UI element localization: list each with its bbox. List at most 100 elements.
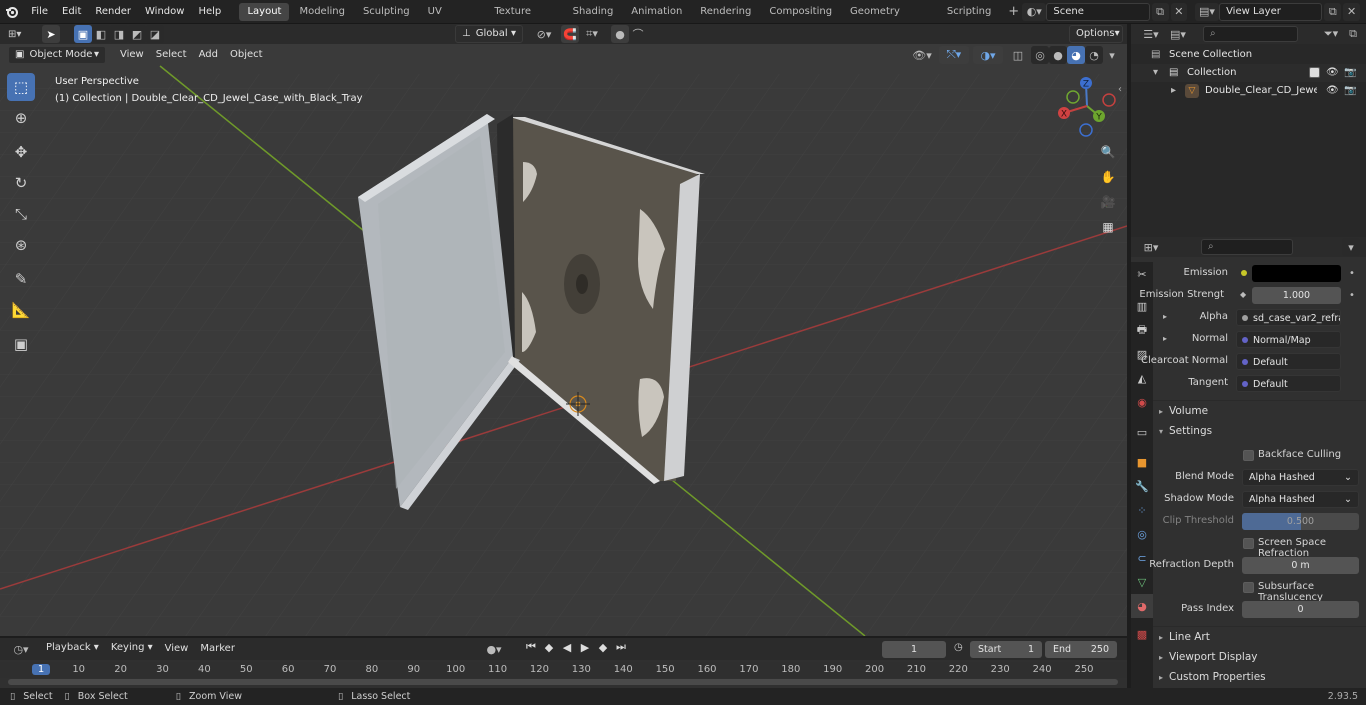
clearcoat-normal-field[interactable]: Default xyxy=(1236,353,1341,370)
menu-edit[interactable]: Edit xyxy=(55,0,88,24)
gizmo-toggle-icon[interactable]: ⤲▾ xyxy=(939,46,969,64)
camera-view-icon[interactable]: 🎥 xyxy=(1097,191,1119,213)
tab-layout[interactable]: Layout xyxy=(239,2,290,21)
blend-mode-dropdown[interactable]: Alpha Hashed ⌄ xyxy=(1242,469,1359,486)
select-box-tool-icon[interactable]: ⬚ xyxy=(7,73,35,101)
play-reverse-icon[interactable]: ◀ xyxy=(558,641,576,654)
filter-icon[interactable]: ⏷▾ xyxy=(1318,25,1344,43)
transform-orientation-dropdown[interactable]: ⊥ Global ▾ xyxy=(455,25,523,43)
auto-keying-icon[interactable]: ●▾ xyxy=(481,640,507,658)
properties-editor-type-icon[interactable]: ⊞▾ xyxy=(1137,238,1165,256)
tab-scripting[interactable]: Scripting xyxy=(939,3,999,21)
tangent-field[interactable]: Default xyxy=(1236,375,1341,392)
emission-strength-field[interactable]: 1.000 xyxy=(1252,287,1341,304)
pan-view-icon[interactable]: ✋ xyxy=(1097,166,1119,188)
end-frame-field[interactable]: End 250 xyxy=(1045,641,1117,658)
scene-selector-icon[interactable]: ◐▾ xyxy=(1022,2,1047,21)
select-new-icon[interactable]: ▣ xyxy=(74,25,92,43)
pass-index-field[interactable]: 0 xyxy=(1242,601,1359,618)
delete-scene-icon[interactable]: ✕ xyxy=(1170,2,1188,21)
overlays-toggle-icon[interactable]: ◑▾ xyxy=(973,46,1003,64)
menu-object[interactable]: Object xyxy=(224,46,269,64)
menu-file[interactable]: File xyxy=(24,0,55,24)
sidebar-toggle-icon[interactable]: ‹ xyxy=(1118,84,1122,95)
outliner-editor-type-icon[interactable]: ☰▾ xyxy=(1137,25,1165,43)
current-frame-field[interactable]: 1 xyxy=(882,641,946,658)
select-invert-icon[interactable]: ◩ xyxy=(128,25,146,43)
scale-tool-icon[interactable]: ⤡ xyxy=(7,200,35,228)
view-layer-selector-icon[interactable]: ▤▾ xyxy=(1194,2,1220,21)
tab-geometry-nodes[interactable]: Geometry Nodes xyxy=(842,3,937,35)
timeline-scrollbar[interactable] xyxy=(8,679,1118,685)
properties-search-input[interactable]: ⌕ xyxy=(1201,239,1293,255)
falloff-icon[interactable]: ⌒ xyxy=(629,25,647,43)
select-mode-icon[interactable]: ➤ xyxy=(42,25,60,43)
annotate-tool-icon[interactable]: ✎ xyxy=(7,265,35,293)
shading-rendered-icon[interactable]: ◔ xyxy=(1085,46,1103,64)
playback-menu[interactable]: Playback ▾ xyxy=(40,640,105,658)
select-extend-icon[interactable]: ◧ xyxy=(92,25,110,43)
delete-view-layer-icon[interactable]: ✕ xyxy=(1343,2,1360,21)
normal-input-field[interactable]: Normal/Map xyxy=(1236,331,1341,348)
alpha-input-field[interactable]: sd_case_var2_refrac... xyxy=(1236,309,1341,326)
menu-select[interactable]: Select xyxy=(150,46,193,64)
menu-render[interactable]: Render xyxy=(88,0,138,24)
snap-target-icon[interactable]: ⌗▾ xyxy=(579,25,605,43)
world-tab-icon[interactable]: ◉ xyxy=(1131,390,1153,414)
outliner-search-input[interactable]: ⌕ xyxy=(1203,26,1298,42)
clip-threshold-slider[interactable]: 0.500 xyxy=(1242,513,1359,530)
play-icon[interactable]: ▶ xyxy=(576,641,594,654)
menu-view[interactable]: View xyxy=(114,46,150,64)
mode-dropdown[interactable]: ▣ Object Mode ▾ xyxy=(8,46,106,64)
tab-shading[interactable]: Shading xyxy=(565,3,622,21)
editor-type-icon[interactable]: ⊞▾ xyxy=(8,29,36,40)
collection-expand-icon[interactable]: ▾ xyxy=(1153,64,1158,82)
measure-tool-icon[interactable]: 📐 xyxy=(7,296,35,324)
display-mode-icon[interactable]: ▤▾ xyxy=(1165,25,1191,43)
object-visibility-icon[interactable]: 👁 xyxy=(1326,82,1339,100)
pivot-point-icon[interactable]: ⊘▾ xyxy=(531,25,557,43)
object-row[interactable]: ▸ ▽ Double_Clear_CD_Jewel_ 👁 📷 xyxy=(1131,82,1366,100)
shading-material-icon[interactable]: ◕ xyxy=(1067,46,1085,64)
object-expand-icon[interactable]: ▸ xyxy=(1171,82,1176,100)
menu-window[interactable]: Window xyxy=(138,0,191,24)
texture-tab-icon[interactable]: ▩ xyxy=(1131,622,1153,646)
collection-visibility-icon[interactable]: 👁 xyxy=(1326,64,1339,82)
new-scene-icon[interactable]: ⧉ xyxy=(1151,2,1169,21)
menu-help[interactable]: Help xyxy=(191,0,228,24)
menu-add[interactable]: Add xyxy=(193,46,224,64)
emission-color-swatch[interactable] xyxy=(1252,265,1341,282)
jump-end-icon[interactable]: ⏭ xyxy=(612,640,630,654)
new-view-layer-icon[interactable]: ⧉ xyxy=(1324,2,1342,21)
settings-section-header[interactable]: ▾ Settings xyxy=(1153,421,1366,441)
keying-menu[interactable]: Keying ▾ xyxy=(105,640,159,658)
next-keyframe-icon[interactable]: ◆ xyxy=(594,641,612,654)
preview-range-icon[interactable]: ◷ xyxy=(954,642,963,653)
tab-modeling[interactable]: Modeling xyxy=(291,3,353,21)
select-subtract-icon[interactable]: ◨ xyxy=(110,25,128,43)
zoom-view-icon[interactable]: 🔍 xyxy=(1097,141,1119,163)
screen-space-refraction-checkbox[interactable] xyxy=(1243,538,1254,549)
tab-texture-paint[interactable]: Texture Paint xyxy=(486,3,562,35)
snap-toggle-icon[interactable]: 🧲 xyxy=(561,25,579,43)
emission-keyframe-icon[interactable]: • xyxy=(1349,268,1355,279)
line-art-section-header[interactable]: ▸ Line Art xyxy=(1153,626,1366,646)
timeline-editor-type-icon[interactable]: ◷▾ xyxy=(8,640,34,658)
emission-strength-keyframe-icon[interactable]: • xyxy=(1349,290,1355,301)
shadow-mode-dropdown[interactable]: Alpha Hashed ⌄ xyxy=(1242,491,1359,508)
perspective-toggle-icon[interactable]: ▦ xyxy=(1097,216,1119,238)
add-cube-tool-icon[interactable]: ▣ xyxy=(7,330,35,358)
rotate-tool-icon[interactable]: ↻ xyxy=(7,169,35,197)
tab-uv-editing[interactable]: UV Editing xyxy=(420,3,485,35)
shading-solid-icon[interactable]: ● xyxy=(1049,46,1067,64)
start-frame-field[interactable]: Start 1 xyxy=(970,641,1042,658)
marker-menu[interactable]: Marker xyxy=(194,640,241,658)
blender-logo-icon[interactable] xyxy=(0,5,24,19)
timeline-view-menu[interactable]: View xyxy=(159,640,195,658)
add-workspace-icon[interactable]: + xyxy=(1005,3,1022,21)
xray-toggle-icon[interactable]: ◫ xyxy=(1009,46,1027,64)
view-layer-field[interactable]: View Layer xyxy=(1219,2,1323,21)
proportional-edit-icon[interactable]: ● xyxy=(611,25,629,43)
tab-sculpting[interactable]: Sculpting xyxy=(355,3,418,21)
select-intersect-icon[interactable]: ◪ xyxy=(146,25,164,43)
